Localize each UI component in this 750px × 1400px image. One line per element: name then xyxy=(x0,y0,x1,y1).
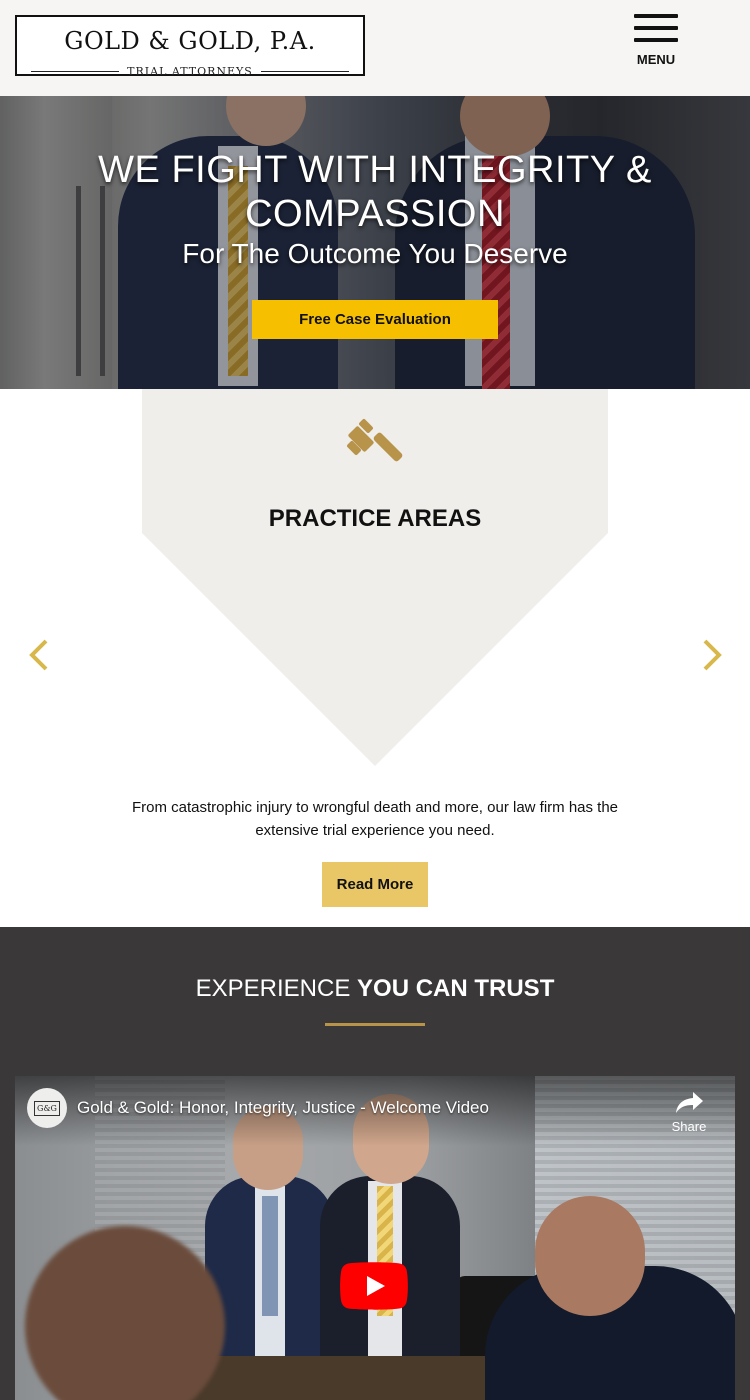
experience-heading-bold: YOU CAN TRUST xyxy=(357,975,555,1002)
read-more-button[interactable]: Read More xyxy=(322,862,428,907)
channel-avatar-icon[interactable]: G&G xyxy=(27,1088,67,1128)
menu-label: MENU xyxy=(636,52,676,67)
menu-icon-bar xyxy=(634,38,678,42)
video-title[interactable]: Gold & Gold: Honor, Integrity, Justice -… xyxy=(77,1098,489,1118)
share-button[interactable]: Share xyxy=(665,1088,713,1138)
logo-sub-wrap: TRIAL ATTORNEYS xyxy=(31,65,349,78)
menu-icon-bar xyxy=(634,26,678,30)
menu-icon xyxy=(634,14,678,18)
play-icon[interactable] xyxy=(340,1262,408,1310)
video-thumb-tie xyxy=(262,1196,278,1316)
practice-areas-title: PRACTICE AREAS xyxy=(268,505,482,532)
welcome-video-player[interactable]: G&G Gold & Gold: Honor, Integrity, Justi… xyxy=(15,1076,735,1400)
hero-title: WE FIGHT WITH INTEGRITY & COMPASSION xyxy=(98,149,652,235)
site-header: GOLD & GOLD, P.A. TRIAL ATTORNEYS MENU xyxy=(0,0,750,96)
logo-rule-right xyxy=(261,71,349,72)
share-label: Share xyxy=(671,1119,707,1134)
menu-button[interactable]: MENU xyxy=(632,14,680,70)
chevron-right-icon[interactable] xyxy=(695,638,725,672)
hero-subtitle: For The Outcome You Deserve xyxy=(182,238,568,269)
practice-areas-description: From catastrophic injury to wrongful dea… xyxy=(131,799,619,839)
logo-main-text: GOLD & GOLD, P.A. xyxy=(64,27,316,55)
experience-heading-light: EXPERIENCE xyxy=(195,975,351,1002)
experience-heading: EXPERIENCE YOU CAN TRUST xyxy=(0,975,750,1003)
experience-divider xyxy=(325,1023,425,1026)
site-logo[interactable]: GOLD & GOLD, P.A. TRIAL ATTORNEYS xyxy=(15,15,365,78)
share-icon xyxy=(676,1092,703,1113)
channel-avatar-text: G&G xyxy=(34,1101,60,1116)
gavel-icon xyxy=(347,419,403,462)
free-case-evaluation-button[interactable]: Free Case Evaluation xyxy=(252,300,498,339)
video-thumb-head xyxy=(535,1196,645,1316)
chevron-left-icon[interactable] xyxy=(26,638,56,672)
hero-banner: WE FIGHT WITH INTEGRITY & COMPASSION For… xyxy=(0,96,750,389)
